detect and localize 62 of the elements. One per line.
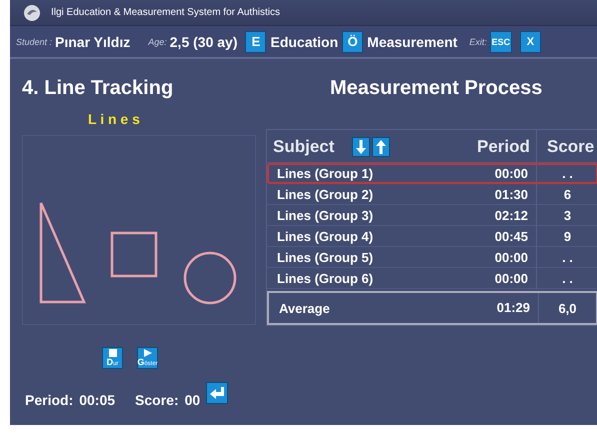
table-cell-text: Lines (Group 5)	[276, 250, 374, 265]
column-header: Score	[546, 136, 596, 156]
enter-arrow-icon	[209, 385, 226, 401]
student-name: Pınar Yıldız	[55, 34, 130, 50]
table-cell-text: 9	[562, 229, 572, 244]
table-cell-text: 3	[562, 208, 572, 223]
table-cell-text: 6,0	[557, 300, 578, 316]
table-cell: 01:30	[467, 184, 537, 205]
sort-descending-button[interactable]	[352, 136, 370, 156]
table-cell-text: Lines (Group 6)	[276, 271, 374, 286]
table-cell-text: . .	[561, 166, 574, 181]
table-row[interactable]: Lines (Group 4) 00:45 9	[267, 226, 597, 247]
table-cell: 00:45	[467, 226, 537, 247]
mode-key-button[interactable]: E	[245, 30, 266, 52]
mode-label[interactable]: Measurement	[367, 34, 458, 50]
table-row[interactable]: Lines (Group 5) 00:00 . .	[267, 247, 597, 268]
period-value: 00:05	[79, 392, 116, 408]
age-label: Age:	[148, 36, 167, 46]
table-row[interactable]: Lines (Group 2) 01:30 6	[267, 184, 597, 205]
escape-button[interactable]: ESC	[490, 30, 512, 52]
score-label: Score:	[135, 392, 179, 408]
column-header: Period	[467, 130, 537, 163]
activity-title: 4. Line Tracking	[22, 77, 174, 101]
table-cell-text: Average	[278, 300, 331, 316]
table-cell-text: Lines (Group 4)	[276, 229, 374, 244]
table-cell-text: 6	[562, 187, 572, 202]
activity-subtitle: L i n e s	[88, 111, 141, 127]
mode-key-button[interactable]: Ö	[342, 30, 364, 52]
exit-label: Exit:	[469, 36, 487, 46]
stop-button[interactable]: Dur	[102, 347, 123, 369]
down-arrow-icon	[356, 140, 366, 154]
student-label: Student :	[16, 36, 52, 46]
window-title: Ilgi Education & Measurement System for Authistics	[51, 7, 280, 18]
table-row[interactable]: Lines (Group 1) 00:00 . .	[267, 163, 597, 184]
table-cell: 00:00	[467, 163, 537, 184]
period-label: Period:	[25, 392, 74, 408]
table-row[interactable]: Lines (Group 6) 00:00 . .	[267, 268, 597, 289]
table-cell-text: Lines (Group 1)	[276, 166, 374, 181]
column-header: Subject	[273, 136, 334, 156]
table-cell-text: Lines (Group 3)	[276, 208, 374, 223]
age-value: 2,5 (30 ay)	[170, 34, 238, 50]
mode-label[interactable]: Education	[270, 34, 338, 50]
score-value: 00	[184, 392, 200, 408]
play-button[interactable]: Göster	[137, 347, 158, 369]
square-shape	[110, 232, 158, 278]
section-title: Measurement Process	[330, 77, 544, 101]
table-cell-text: . .	[561, 250, 574, 265]
sort-ascending-button[interactable]	[372, 136, 390, 156]
close-button[interactable]: X	[520, 30, 541, 52]
circle-shape	[184, 252, 236, 304]
table-cell: 00:00	[467, 268, 537, 289]
table-row[interactable]: Lines (Group 3) 02:12 3	[267, 205, 597, 226]
table-cell: 01:29	[469, 293, 539, 323]
app-logo-icon	[23, 4, 41, 22]
table-cell-text: Lines (Group 2)	[276, 187, 374, 202]
table-cell: 02:12	[467, 205, 537, 226]
up-arrow-icon	[376, 140, 386, 154]
enter-button[interactable]	[206, 382, 228, 404]
stop-icon	[108, 349, 116, 357]
play-icon	[144, 349, 152, 357]
table-cell: 00:00	[467, 247, 537, 268]
table-cell-text: . .	[561, 271, 574, 286]
